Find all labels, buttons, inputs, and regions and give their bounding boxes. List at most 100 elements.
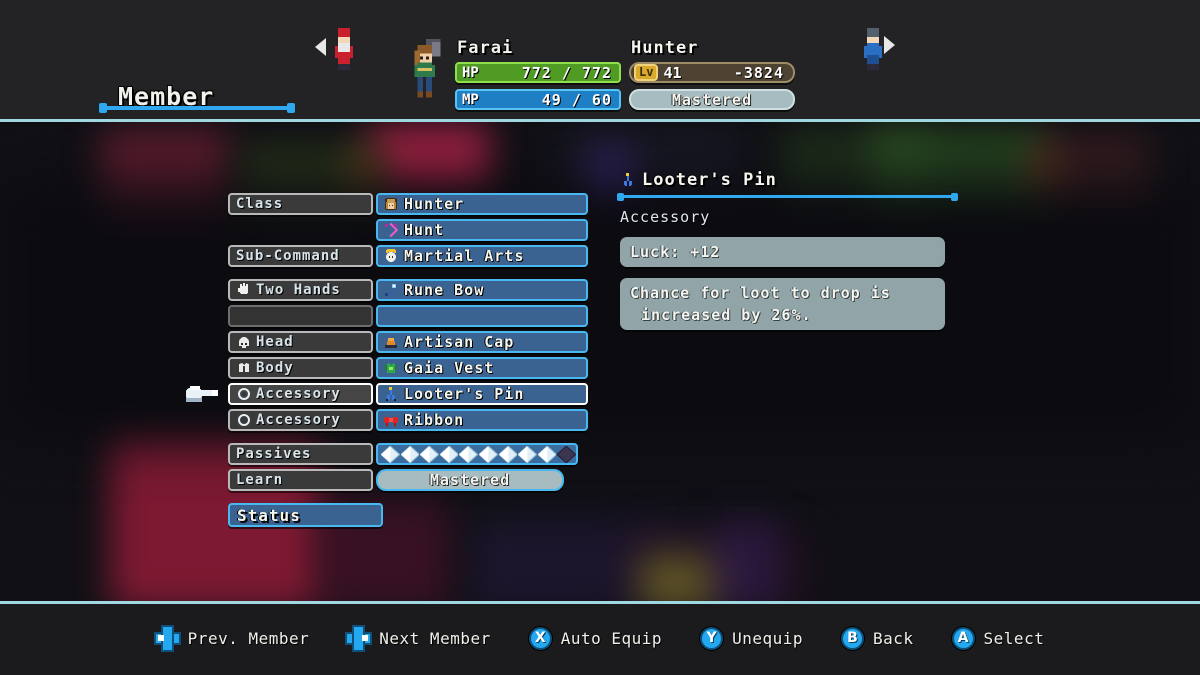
hp-label: HP bbox=[462, 64, 479, 81]
action-label: Next Member bbox=[379, 628, 491, 648]
martial-arts-icon bbox=[386, 249, 396, 262]
equip-label-text: Passives bbox=[236, 446, 312, 462]
equip-label-text: Sub-Command bbox=[236, 248, 340, 264]
equip-row-weapon[interactable]: Two Hands Rune Bow bbox=[228, 279, 588, 301]
button-x-icon[interactable]: X bbox=[528, 626, 552, 650]
level-value: 41 bbox=[663, 63, 682, 82]
action-label: Select bbox=[983, 628, 1045, 648]
equip-row-class[interactable]: Class Hunter bbox=[228, 193, 588, 215]
action-back[interactable]: B Back bbox=[841, 626, 914, 650]
action-unequip[interactable]: Y Unequip bbox=[700, 626, 803, 650]
item-description-box: Chance for loot to drop is increased by … bbox=[620, 278, 945, 330]
action-auto-equip[interactable]: X Auto Equip bbox=[528, 626, 662, 650]
equip-value-head[interactable]: Artisan Cap bbox=[376, 331, 588, 353]
ring-icon bbox=[238, 388, 250, 400]
equip-value-class[interactable]: Hunter bbox=[376, 193, 588, 215]
equip-label-text: Head bbox=[256, 334, 294, 350]
passive-slot-filled-icon[interactable] bbox=[537, 445, 557, 463]
equip-row-command[interactable]: Hunt bbox=[228, 219, 588, 241]
hp-value: 772 / 772 bbox=[521, 63, 612, 82]
equip-row-subcommand[interactable]: Sub-Command Martial Arts bbox=[228, 245, 588, 267]
button-y-icon[interactable]: Y bbox=[700, 626, 724, 650]
passive-slot-filled-icon[interactable] bbox=[420, 445, 439, 463]
status-button[interactable]: Status bbox=[228, 503, 383, 527]
item-name-row: Looter's Pin bbox=[620, 168, 960, 192]
equip-label-text: Class bbox=[236, 196, 284, 212]
equip-label-class: Class bbox=[228, 193, 373, 215]
equip-row-learn[interactable]: Learn Mastered bbox=[228, 469, 588, 491]
passive-slot-filled-icon[interactable] bbox=[518, 445, 537, 463]
item-name: Looter's Pin bbox=[642, 170, 777, 190]
equip-label-offhand bbox=[228, 305, 373, 327]
action-select[interactable]: A Select bbox=[951, 626, 1045, 650]
equip-value-accessory-1[interactable]: Looter's Pin bbox=[376, 383, 588, 405]
mp-bar: MP 49 / 60 bbox=[455, 89, 621, 110]
dpad-right-icon[interactable] bbox=[347, 626, 371, 650]
item-type: Accessory bbox=[620, 208, 711, 226]
equip-value-text: Ribbon bbox=[404, 411, 465, 429]
equip-label-body: Body bbox=[228, 357, 373, 379]
equip-row-body[interactable]: Body Gaia Vest bbox=[228, 357, 588, 379]
passive-slot-empty-icon[interactable] bbox=[557, 445, 576, 463]
equip-value-body[interactable]: Gaia Vest bbox=[376, 357, 588, 379]
helmet-icon bbox=[239, 337, 249, 348]
equip-label-text: Accessory bbox=[256, 412, 341, 428]
passive-slot-filled-icon[interactable] bbox=[400, 445, 420, 463]
prev-member-sprite[interactable] bbox=[332, 28, 356, 76]
action-label: Back bbox=[873, 628, 914, 648]
dpad-left-icon[interactable] bbox=[155, 626, 179, 650]
title-underline bbox=[99, 103, 295, 113]
button-b-icon[interactable]: B bbox=[841, 626, 864, 650]
equip-value-text: Rune Bow bbox=[404, 281, 485, 299]
looters-pin-icon bbox=[623, 173, 633, 187]
equip-label-learn: Learn bbox=[228, 469, 373, 491]
passive-slot-filled-icon[interactable] bbox=[459, 445, 478, 463]
equip-value-text: Hunter bbox=[404, 195, 465, 213]
ribbon-icon bbox=[384, 417, 398, 426]
passive-slot-filled-icon[interactable] bbox=[478, 445, 498, 463]
level-bar: Lv 41 -3824 bbox=[629, 62, 795, 83]
class-progress-bar: Mastered bbox=[629, 89, 795, 110]
passive-slot-filled-icon[interactable] bbox=[439, 445, 459, 463]
armor-icon bbox=[239, 363, 249, 372]
item-description-line-1: Chance for loot to drop is bbox=[630, 284, 891, 302]
equip-value-command[interactable]: Hunt bbox=[376, 219, 588, 241]
hand-icon bbox=[238, 283, 248, 294]
mp-label: MP bbox=[462, 91, 479, 108]
passives-slots[interactable] bbox=[376, 443, 578, 465]
equip-row-offhand[interactable] bbox=[228, 305, 588, 327]
prev-member-arrow-icon[interactable] bbox=[315, 38, 326, 56]
equip-label-text: Accessory bbox=[256, 386, 341, 402]
button-a-icon[interactable]: A bbox=[951, 626, 975, 650]
equip-value-offhand[interactable] bbox=[376, 305, 588, 327]
level-label: Lv bbox=[634, 64, 659, 81]
next-member-sprite[interactable] bbox=[861, 28, 885, 76]
equip-value-accessory-2[interactable]: Ribbon bbox=[376, 409, 588, 431]
mp-value: 49 / 60 bbox=[541, 90, 612, 109]
action-next-member[interactable]: Next Member bbox=[347, 626, 491, 650]
equip-row-accessory-1[interactable]: Accessory Looter's Pin bbox=[186, 383, 588, 405]
next-member-arrow-icon[interactable] bbox=[884, 36, 895, 54]
equip-row-status[interactable]: Status bbox=[228, 503, 588, 527]
action-label: Unequip bbox=[732, 628, 803, 648]
equip-row-passives[interactable]: Passives bbox=[228, 443, 588, 465]
equip-label-accessory-1: Accessory bbox=[228, 383, 373, 405]
equip-value-text: Martial Arts bbox=[404, 247, 525, 265]
equip-row-accessory-2[interactable]: Accessory Ribbon bbox=[228, 409, 588, 431]
action-prev-member[interactable]: Prev. Member bbox=[155, 626, 310, 650]
ring-icon bbox=[238, 414, 250, 426]
equip-label-text: Body bbox=[256, 360, 294, 376]
passive-slot-filled-icon[interactable] bbox=[381, 445, 400, 463]
equip-label-text: Two Hands bbox=[256, 282, 341, 298]
gaia-vest-icon bbox=[385, 363, 397, 373]
equip-value-weapon[interactable]: Rune Bow bbox=[376, 279, 588, 301]
hand-cursor-icon bbox=[186, 386, 218, 402]
equip-row-head[interactable]: Head Artisan Cap bbox=[228, 331, 588, 353]
equip-value-subcommand[interactable]: Martial Arts bbox=[376, 245, 588, 267]
equip-value-text: Gaia Vest bbox=[404, 359, 495, 377]
artisan-cap-icon bbox=[385, 338, 397, 348]
info-underline bbox=[617, 193, 958, 201]
passive-slot-filled-icon[interactable] bbox=[498, 445, 518, 463]
equip-label-head: Head bbox=[228, 331, 373, 353]
action-bar: Prev. Member Next Member X Auto Equip Y Unequ… bbox=[0, 601, 1200, 675]
